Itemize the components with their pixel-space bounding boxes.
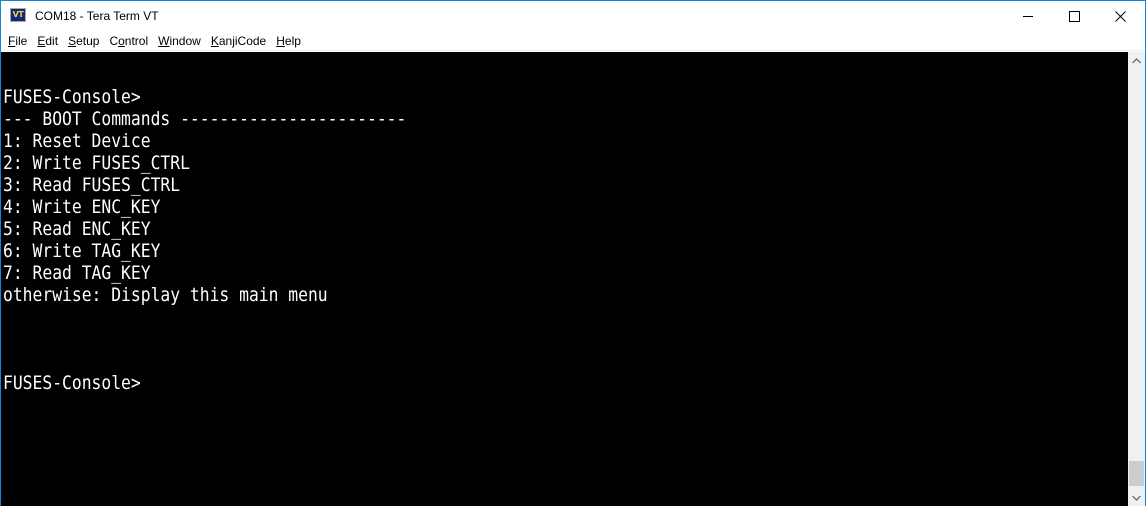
menu-help[interactable]: Help [271,31,306,51]
minimize-button[interactable] [1005,1,1051,31]
scrollbar-thumb[interactable] [1129,461,1144,486]
chevron-down-icon [1132,495,1141,501]
menu-file[interactable]: File [3,31,32,51]
terminal-line: 5: Read ENC_KEY [3,218,151,240]
menu-kanjicode[interactable]: KanjiCode [206,31,271,51]
terminal-line: 2: Write FUSES_CTRL [3,152,190,174]
menu-bar: File Edit Setup Control Window KanjiCode… [1,31,1145,51]
tera-term-app-icon[interactable]: VT [10,8,26,22]
terminal-line: 3: Read FUSES_CTRL [3,174,181,196]
tera-term-window: VT COM18 - Tera Term VT File Edit Setup … [0,0,1146,506]
terminal-line: FUSES-Console> [3,372,141,394]
menu-window[interactable]: Window [153,31,206,51]
minimize-icon [1023,15,1033,17]
close-button[interactable] [1097,1,1143,31]
menu-edit[interactable]: Edit [32,31,63,51]
menu-setup[interactable]: Setup [63,31,104,51]
vertical-scrollbar[interactable] [1128,52,1145,506]
terminal-line: --- BOOT Commands ----------------------… [3,108,407,130]
chevron-up-icon [1132,57,1141,63]
scroll-up-button[interactable] [1128,52,1145,69]
close-icon [1114,10,1126,22]
window-title: COM18 - Tera Term VT [35,9,159,23]
scroll-down-button[interactable] [1128,489,1145,506]
terminal-line: 1: Reset Device [3,130,151,152]
title-bar[interactable]: VT COM18 - Tera Term VT [1,1,1145,31]
menu-control[interactable]: Control [104,31,153,51]
maximize-button[interactable] [1051,1,1097,31]
terminal-line: 7: Read TAG_KEY [3,262,151,284]
terminal-line: 4: Write ENC_KEY [3,196,161,218]
terminal-line: 6: Write TAG_KEY [3,240,161,262]
terminal-line: FUSES-Console> [3,86,141,108]
terminal-output: FUSES-Console> --- BOOT Commands --------… [3,86,406,394]
maximize-icon [1068,10,1080,22]
terminal-screen[interactable]: FUSES-Console> --- BOOT Commands --------… [1,52,1128,506]
terminal-line: otherwise: Display this main menu [3,284,328,306]
